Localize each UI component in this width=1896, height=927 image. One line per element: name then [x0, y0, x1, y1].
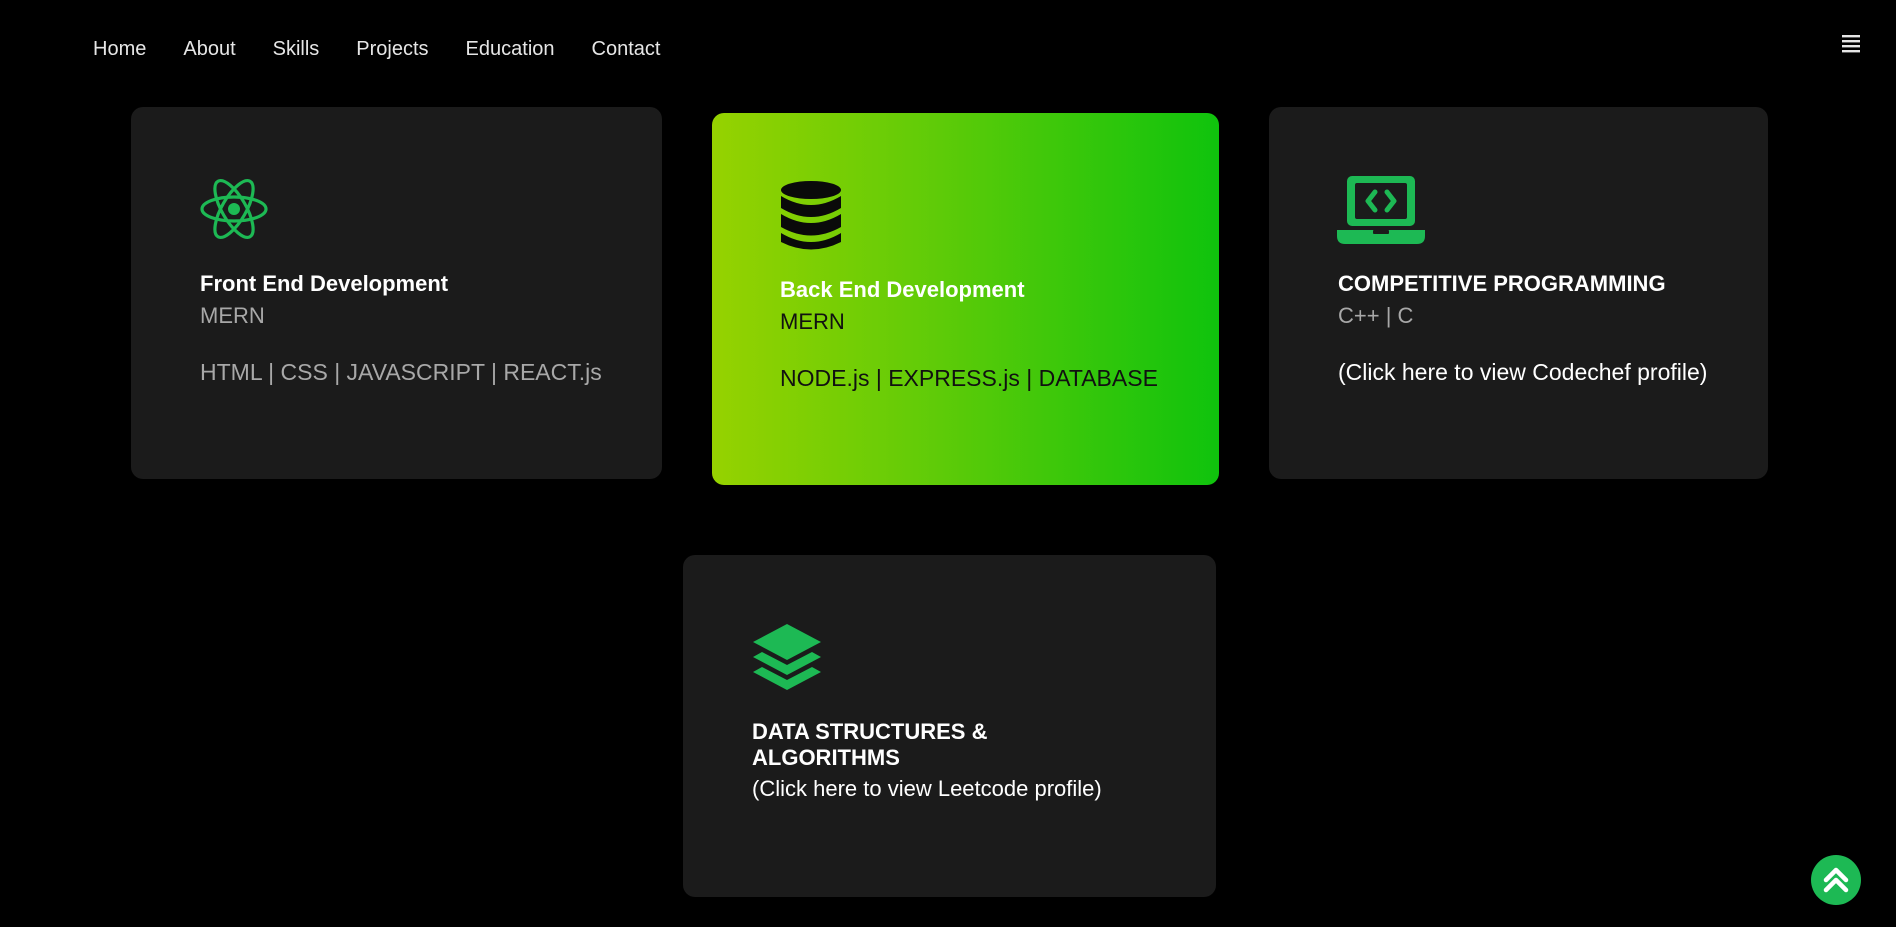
- card-title: Front End Development: [200, 271, 449, 296]
- laptop-code-icon: [1337, 174, 1425, 251]
- skills-page: Home About Skills Projects Education Con…: [0, 0, 1896, 927]
- database-icon: [780, 181, 842, 256]
- leetcode-profile-link[interactable]: (Click here to view Leetcode profile): [752, 775, 1102, 803]
- layers-icon: [751, 622, 823, 697]
- card-subtitle: C++ | C: [1338, 303, 1414, 328]
- card-detail: NODE.js | EXPRESS.js | DATABASE: [780, 365, 1158, 391]
- double-chevron-up-icon: [1823, 867, 1849, 893]
- nav-skills[interactable]: Skills: [273, 36, 320, 62]
- skill-card-frontend[interactable]: Front End Development MERN HTML | CSS | …: [131, 107, 662, 479]
- nav-about[interactable]: About: [183, 36, 235, 62]
- card-title: Back End Development: [780, 277, 1025, 302]
- nav-projects[interactable]: Projects: [356, 36, 428, 62]
- skill-card-backend[interactable]: Back End Development MERN NODE.js | EXPR…: [712, 113, 1219, 485]
- hamburger-menu-icon[interactable]: [1840, 33, 1862, 55]
- nav-education[interactable]: Education: [466, 36, 555, 62]
- skill-card-dsa[interactable]: DATA STRUCTURES & ALGORITHMS (Click here…: [683, 555, 1216, 897]
- scroll-to-top-button[interactable]: [1811, 855, 1861, 905]
- card-subtitle: MERN: [200, 303, 265, 328]
- nav-contact[interactable]: Contact: [592, 36, 661, 62]
- codechef-profile-link[interactable]: (Click here to view Codechef profile): [1338, 358, 1707, 386]
- card-title-line1: DATA STRUCTURES &: [752, 719, 988, 744]
- react-atom-icon: [199, 177, 269, 246]
- card-title: COMPETITIVE PROGRAMMING: [1338, 271, 1666, 296]
- card-detail: HTML | CSS | JAVASCRIPT | REACT.js: [200, 359, 602, 385]
- nav-home[interactable]: Home: [93, 36, 146, 62]
- card-subtitle: MERN: [780, 309, 845, 334]
- card-title-line2: ALGORITHMS: [752, 745, 900, 770]
- top-nav: Home About Skills Projects Education Con…: [93, 36, 697, 62]
- skill-card-competitive-programming[interactable]: COMPETITIVE PROGRAMMING C++ | C (Click h…: [1269, 107, 1768, 479]
